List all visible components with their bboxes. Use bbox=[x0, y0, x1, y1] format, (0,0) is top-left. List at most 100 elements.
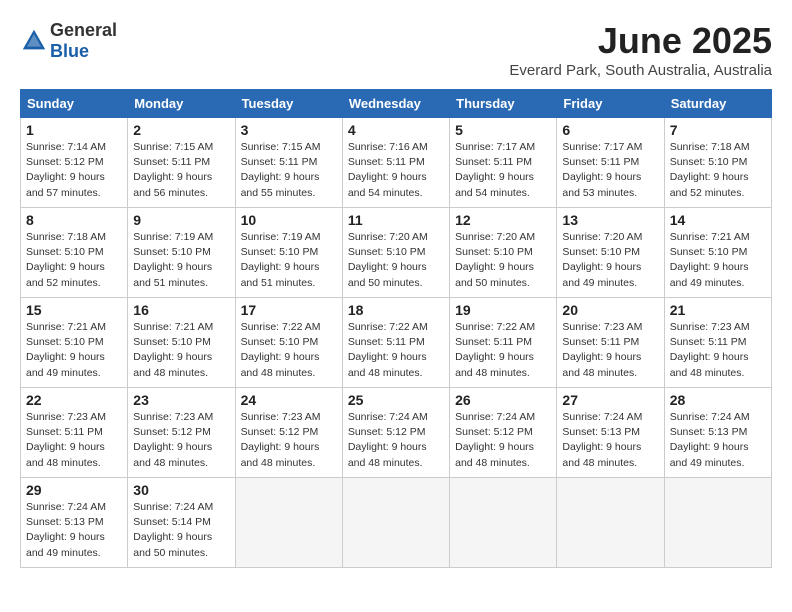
day-number: 10 bbox=[241, 212, 337, 228]
day-number: 19 bbox=[455, 302, 551, 318]
day-number: 9 bbox=[133, 212, 229, 228]
day-number: 15 bbox=[26, 302, 122, 318]
day-cell-15: 15 Sunrise: 7:21 AMSunset: 5:10 PMDayligh… bbox=[21, 298, 128, 388]
header-cell-monday: Monday bbox=[128, 90, 235, 118]
day-number: 8 bbox=[26, 212, 122, 228]
day-number: 4 bbox=[348, 122, 444, 138]
day-cell-27: 27 Sunrise: 7:24 AMSunset: 5:13 PMDayligh… bbox=[557, 388, 664, 478]
day-number: 20 bbox=[562, 302, 658, 318]
day-detail: Sunrise: 7:17 AMSunset: 5:11 PMDaylight:… bbox=[562, 140, 658, 201]
header-cell-thursday: Thursday bbox=[450, 90, 557, 118]
week-row-4: 22Sunrise: 7:23 AMSunset: 5:11 PMDayligh… bbox=[21, 388, 772, 478]
day-detail: Sunrise: 7:23 AMSunset: 5:11 PMDaylight:… bbox=[562, 320, 658, 381]
day-cell-26: 26 Sunrise: 7:24 AMSunset: 5:12 PMDayligh… bbox=[450, 388, 557, 478]
day-cell-10: 10 Sunrise: 7:19 AMSunset: 5:10 PMDayligh… bbox=[235, 208, 342, 298]
day-cell-16: 16Sunrise: 7:21 AMSunset: 5:10 PMDayligh… bbox=[128, 298, 235, 388]
day-number: 6 bbox=[562, 122, 658, 138]
day-detail: Sunrise: 7:22 AMSunset: 5:11 PMDaylight:… bbox=[455, 320, 551, 381]
day-cell-2: 2 Sunrise: 7:15 AMSunset: 5:11 PMDaylight… bbox=[128, 118, 235, 208]
day-detail: Sunrise: 7:24 AMSunset: 5:14 PMDaylight:… bbox=[133, 500, 229, 561]
header-cell-friday: Friday bbox=[557, 90, 664, 118]
day-detail: Sunrise: 7:16 AMSunset: 5:11 PMDaylight:… bbox=[348, 140, 444, 201]
day-number: 5 bbox=[455, 122, 551, 138]
day-detail: Sunrise: 7:24 AMSunset: 5:13 PMDaylight:… bbox=[670, 410, 766, 471]
day-number: 2 bbox=[133, 122, 229, 138]
day-cell-1: 1 Sunrise: 7:14 AMSunset: 5:12 PMDaylight… bbox=[21, 118, 128, 208]
day-cell-18: 18 Sunrise: 7:22 AMSunset: 5:11 PMDayligh… bbox=[342, 298, 449, 388]
day-detail: Sunrise: 7:23 AMSunset: 5:11 PMDaylight:… bbox=[670, 320, 766, 381]
day-number: 7 bbox=[670, 122, 766, 138]
day-number: 29 bbox=[26, 482, 122, 498]
day-cell-28: 28Sunrise: 7:24 AMSunset: 5:13 PMDayligh… bbox=[664, 388, 771, 478]
day-cell-29: 29 Sunrise: 7:24 AMSunset: 5:13 PMDayligh… bbox=[21, 478, 128, 568]
day-detail: Sunrise: 7:20 AMSunset: 5:10 PMDaylight:… bbox=[455, 230, 551, 291]
header-cell-saturday: Saturday bbox=[664, 90, 771, 118]
day-detail: Sunrise: 7:23 AMSunset: 5:12 PMDaylight:… bbox=[133, 410, 229, 471]
header-cell-sunday: Sunday bbox=[21, 90, 128, 118]
day-number: 12 bbox=[455, 212, 551, 228]
day-number: 26 bbox=[455, 392, 551, 408]
day-number: 3 bbox=[241, 122, 337, 138]
logo-general: General bbox=[50, 20, 117, 40]
day-cell-11: 11 Sunrise: 7:20 AMSunset: 5:10 PMDayligh… bbox=[342, 208, 449, 298]
day-detail: Sunrise: 7:19 AMSunset: 5:10 PMDaylight:… bbox=[133, 230, 229, 291]
day-detail: Sunrise: 7:19 AMSunset: 5:10 PMDaylight:… bbox=[241, 230, 337, 291]
empty-cell bbox=[235, 478, 342, 568]
day-detail: Sunrise: 7:15 AMSunset: 5:11 PMDaylight:… bbox=[241, 140, 337, 201]
header-cell-tuesday: Tuesday bbox=[235, 90, 342, 118]
day-detail: Sunrise: 7:18 AMSunset: 5:10 PMDaylight:… bbox=[26, 230, 122, 291]
day-cell-21: 21 Sunrise: 7:23 AMSunset: 5:11 PMDayligh… bbox=[664, 298, 771, 388]
day-detail: Sunrise: 7:24 AMSunset: 5:12 PMDaylight:… bbox=[455, 410, 551, 471]
day-cell-12: 12 Sunrise: 7:20 AMSunset: 5:10 PMDayligh… bbox=[450, 208, 557, 298]
day-cell-13: 13 Sunrise: 7:20 AMSunset: 5:10 PMDayligh… bbox=[557, 208, 664, 298]
empty-cell bbox=[450, 478, 557, 568]
day-number: 27 bbox=[562, 392, 658, 408]
day-detail: Sunrise: 7:15 AMSunset: 5:11 PMDaylight:… bbox=[133, 140, 229, 201]
header-cell-wednesday: Wednesday bbox=[342, 90, 449, 118]
day-number: 16 bbox=[133, 302, 229, 318]
day-number: 22 bbox=[26, 392, 122, 408]
day-detail: Sunrise: 7:18 AMSunset: 5:10 PMDaylight:… bbox=[670, 140, 766, 201]
day-number: 30 bbox=[133, 482, 229, 498]
logo-blue: Blue bbox=[50, 41, 89, 61]
empty-cell bbox=[664, 478, 771, 568]
calendar-table: SundayMondayTuesdayWednesdayThursdayFrid… bbox=[20, 89, 772, 568]
day-cell-5: 5Sunrise: 7:17 AMSunset: 5:11 PMDaylight… bbox=[450, 118, 557, 208]
day-cell-4: 4 Sunrise: 7:16 AMSunset: 5:11 PMDaylight… bbox=[342, 118, 449, 208]
day-cell-23: 23 Sunrise: 7:23 AMSunset: 5:12 PMDayligh… bbox=[128, 388, 235, 478]
location-title: Everard Park, South Australia, Australia bbox=[509, 62, 772, 79]
day-number: 11 bbox=[348, 212, 444, 228]
day-cell-9: 9 Sunrise: 7:19 AMSunset: 5:10 PMDaylight… bbox=[128, 208, 235, 298]
day-cell-17: 17Sunrise: 7:22 AMSunset: 5:10 PMDayligh… bbox=[235, 298, 342, 388]
day-detail: Sunrise: 7:24 AMSunset: 5:13 PMDaylight:… bbox=[562, 410, 658, 471]
empty-cell bbox=[557, 478, 664, 568]
day-detail: Sunrise: 7:22 AMSunset: 5:11 PMDaylight:… bbox=[348, 320, 444, 381]
day-detail: Sunrise: 7:24 AMSunset: 5:13 PMDaylight:… bbox=[26, 500, 122, 561]
day-detail: Sunrise: 7:20 AMSunset: 5:10 PMDaylight:… bbox=[348, 230, 444, 291]
logo-icon bbox=[20, 27, 48, 55]
day-detail: Sunrise: 7:24 AMSunset: 5:12 PMDaylight:… bbox=[348, 410, 444, 471]
title-area: June 2025 Everard Park, South Australia,… bbox=[509, 20, 772, 79]
day-cell-30: 30 Sunrise: 7:24 AMSunset: 5:14 PMDayligh… bbox=[128, 478, 235, 568]
day-number: 14 bbox=[670, 212, 766, 228]
logo: General Blue bbox=[20, 20, 117, 62]
day-number: 23 bbox=[133, 392, 229, 408]
day-cell-6: 6 Sunrise: 7:17 AMSunset: 5:11 PMDaylight… bbox=[557, 118, 664, 208]
day-cell-19: 19 Sunrise: 7:22 AMSunset: 5:11 PMDayligh… bbox=[450, 298, 557, 388]
day-number: 21 bbox=[670, 302, 766, 318]
day-number: 18 bbox=[348, 302, 444, 318]
day-detail: Sunrise: 7:21 AMSunset: 5:10 PMDaylight:… bbox=[26, 320, 122, 381]
day-number: 1 bbox=[26, 122, 122, 138]
day-cell-14: 14 Sunrise: 7:21 AMSunset: 5:10 PMDayligh… bbox=[664, 208, 771, 298]
day-cell-20: 20 Sunrise: 7:23 AMSunset: 5:11 PMDayligh… bbox=[557, 298, 664, 388]
day-cell-25: 25Sunrise: 7:24 AMSunset: 5:12 PMDayligh… bbox=[342, 388, 449, 478]
day-detail: Sunrise: 7:20 AMSunset: 5:10 PMDaylight:… bbox=[562, 230, 658, 291]
day-number: 13 bbox=[562, 212, 658, 228]
day-cell-24: 24Sunrise: 7:23 AMSunset: 5:12 PMDayligh… bbox=[235, 388, 342, 478]
day-cell-7: 7 Sunrise: 7:18 AMSunset: 5:10 PMDaylight… bbox=[664, 118, 771, 208]
day-detail: Sunrise: 7:14 AMSunset: 5:12 PMDaylight:… bbox=[26, 140, 122, 201]
empty-cell bbox=[342, 478, 449, 568]
day-detail: Sunrise: 7:21 AMSunset: 5:10 PMDaylight:… bbox=[670, 230, 766, 291]
day-detail: Sunrise: 7:23 AMSunset: 5:12 PMDaylight:… bbox=[241, 410, 337, 471]
month-title: June 2025 bbox=[509, 20, 772, 62]
